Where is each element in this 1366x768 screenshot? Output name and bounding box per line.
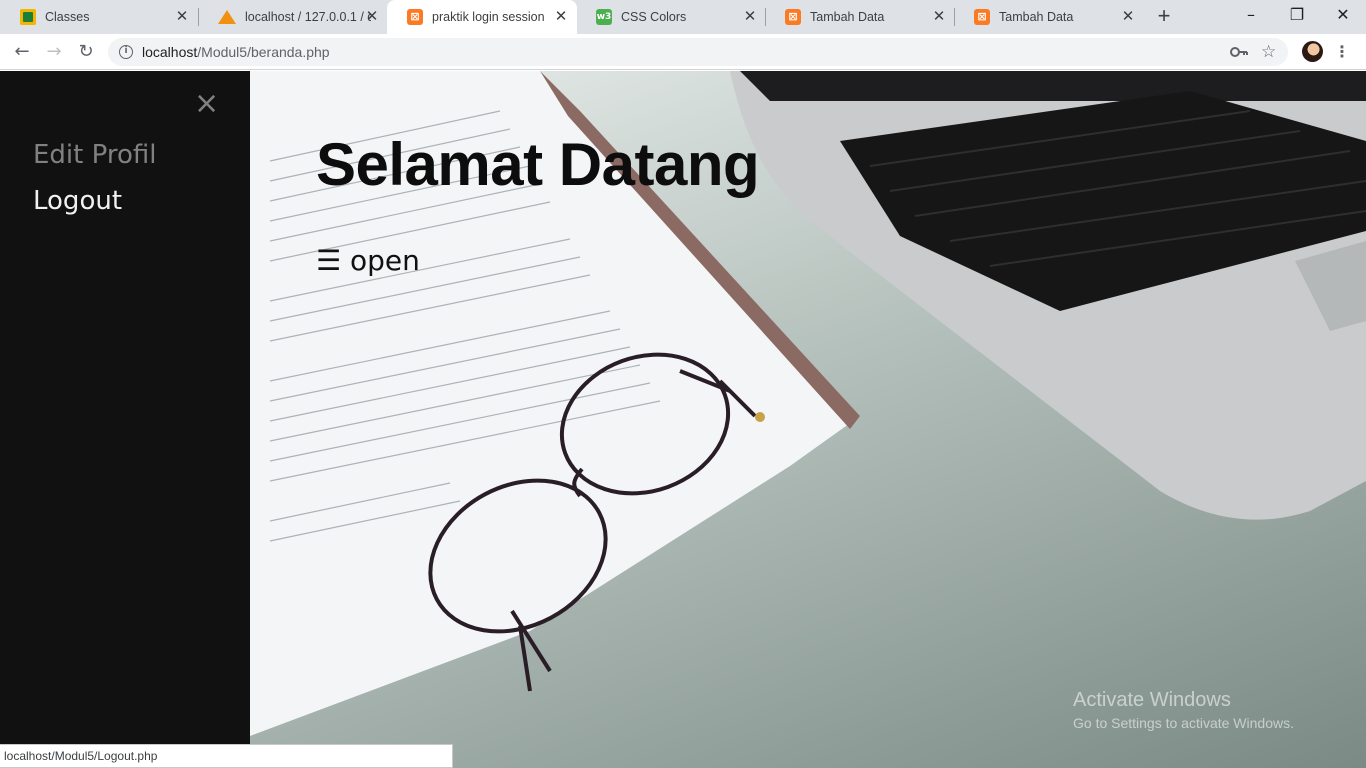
- address-bar[interactable]: i localhost/Modul5/beranda.php ☆: [108, 38, 1288, 66]
- address-url[interactable]: localhost/Modul5/beranda.php: [142, 38, 330, 66]
- tab-title: Tambah Data: [999, 10, 1074, 24]
- minimize-icon[interactable]: –: [1228, 0, 1274, 30]
- close-tab-icon[interactable]: ✕: [174, 9, 190, 25]
- tab-css-colors[interactable]: w3 CSS Colors ✕: [576, 0, 766, 34]
- tab-classes[interactable]: Classes ✕: [0, 0, 198, 34]
- close-tab-icon[interactable]: ✕: [931, 9, 947, 25]
- xampp-icon: ⊠: [785, 9, 801, 25]
- browser-toolbar: ← → ↻ i localhost/Modul5/beranda.php ☆ ⋮: [0, 34, 1366, 70]
- close-tab-icon[interactable]: ✕: [1120, 9, 1136, 25]
- close-tab-icon[interactable]: ✕: [553, 9, 569, 25]
- tab-tambah-data-2[interactable]: ⊠ Tambah Data ✕: [954, 0, 1144, 34]
- phpmyadmin-icon: [218, 10, 236, 24]
- profile-avatar[interactable]: [1302, 41, 1323, 62]
- close-tab-icon[interactable]: ✕: [364, 9, 380, 25]
- watermark-title: Activate Windows: [1073, 689, 1231, 711]
- more-menu-icon[interactable]: ⋮: [1333, 38, 1351, 66]
- new-tab-plus-icon[interactable]: +: [1152, 5, 1176, 29]
- back-arrow-icon[interactable]: ←: [8, 38, 36, 66]
- page-title: Selamat Datang: [316, 131, 760, 198]
- xampp-icon: ⊠: [407, 9, 423, 25]
- key-icon[interactable]: [1230, 45, 1248, 59]
- tab-title: Tambah Data: [810, 10, 885, 24]
- logout-link[interactable]: Logout: [33, 185, 122, 217]
- xampp-icon: ⊠: [974, 9, 990, 25]
- close-tab-icon[interactable]: ✕: [742, 9, 758, 25]
- info-icon[interactable]: i: [119, 45, 133, 59]
- tab-phpmyadmin[interactable]: localhost / 127.0.0.1 / d ✕: [198, 0, 388, 34]
- google-classroom-icon: [20, 9, 36, 25]
- tab-title: praktik login session: [432, 10, 545, 24]
- main-content: Selamat Datang ☰ open Activate Windows G…: [250, 71, 1366, 768]
- tab-title: CSS Colors: [621, 10, 687, 24]
- close-window-icon[interactable]: ✕: [1320, 0, 1366, 30]
- forward-arrow-icon[interactable]: →: [40, 38, 68, 66]
- tab-tambah-data[interactable]: ⊠ Tambah Data ✕: [765, 0, 955, 34]
- edit-profil-link[interactable]: Edit Profil: [33, 139, 156, 171]
- restore-icon[interactable]: ❐: [1274, 0, 1320, 30]
- open-sidenav-button[interactable]: ☰ open: [316, 243, 420, 279]
- url-host: localhost: [142, 44, 198, 60]
- status-bar-url: localhost/Modul5/Logout.php: [0, 744, 453, 768]
- w3schools-icon: w3: [596, 9, 612, 25]
- url-path: /Modul5/beranda.php: [197, 44, 330, 60]
- page-viewport: × Edit Profil Logout Selamat Datang ☰ op…: [0, 71, 1366, 768]
- tab-praktik-login-session[interactable]: ⊠ praktik login session ✕: [387, 0, 577, 34]
- side-navigation: × Edit Profil Logout: [0, 71, 250, 768]
- tab-strip: Classes ✕ localhost / 127.0.0.1 / d ✕ ⊠ …: [0, 0, 1366, 34]
- bookmark-star-icon[interactable]: ☆: [1261, 40, 1276, 64]
- reload-icon[interactable]: ↻: [72, 38, 100, 66]
- watermark-subtitle: Go to Settings to activate Windows.: [1073, 715, 1294, 731]
- close-sidenav-icon[interactable]: ×: [194, 89, 219, 119]
- activate-windows-watermark: Activate Windows Go to Settings to activ…: [1073, 688, 1294, 733]
- tab-title: localhost / 127.0.0.1 / d: [245, 10, 371, 24]
- tab-title: Classes: [45, 10, 90, 24]
